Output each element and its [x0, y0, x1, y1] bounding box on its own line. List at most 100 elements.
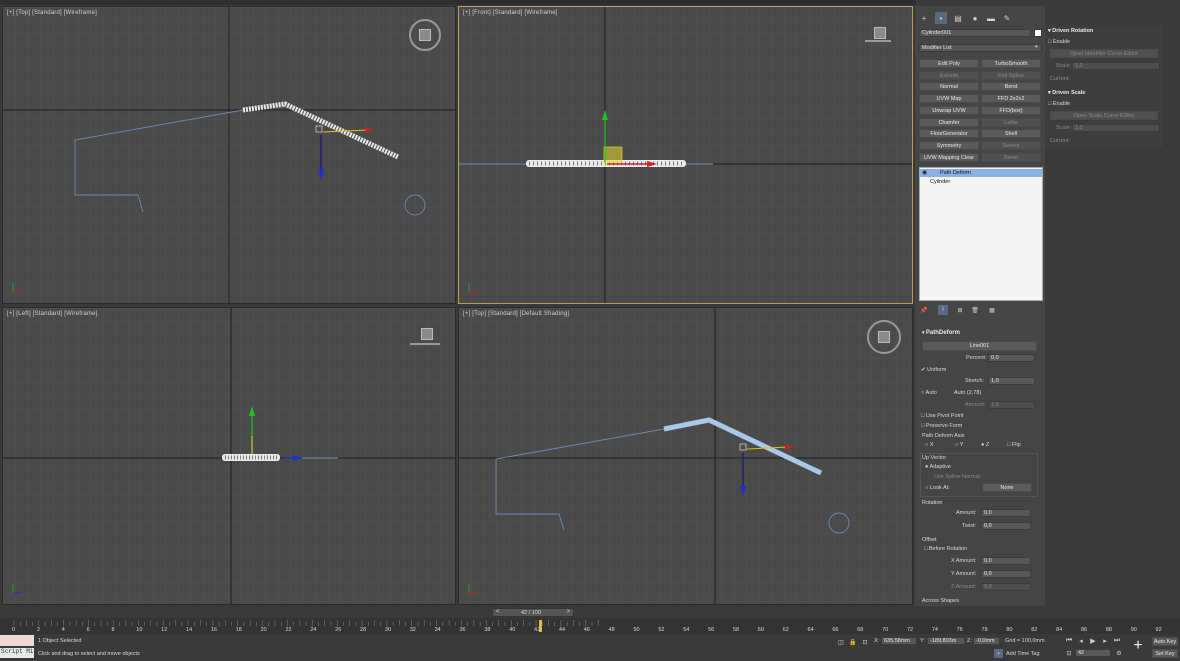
use-pivot-point-checkbox[interactable]: □ Use Pivot Point [921, 413, 963, 419]
modifier-list-dropdown[interactable]: Modifier List [919, 44, 1042, 52]
modifier-button[interactable]: UVW Mapping Clear [919, 152, 979, 162]
preserve-form-checkbox[interactable]: □ Preserve Form [921, 423, 962, 429]
use-spline-normal-radio[interactable]: Use Spline Normal [934, 474, 980, 480]
modifier-button[interactable]: Symmetry [919, 140, 979, 150]
y-coordinate[interactable]: -189,803m [927, 637, 965, 645]
path-deform-rollout-title[interactable]: ▾ PathDeform [922, 330, 960, 336]
remove-modifier-icon[interactable]: 🗑 [970, 305, 980, 315]
axis-x-radio[interactable]: ○ X [925, 442, 934, 448]
viewport-top-shaded[interactable]: [+] [Top] [Standard] [Default Shading] [458, 307, 913, 605]
current-frame-field[interactable]: 42 [1075, 649, 1111, 657]
set-key-plus-icon[interactable]: + [1128, 636, 1148, 656]
viewport-front[interactable]: [+] [Front] [Standard] [Wireframe] [458, 6, 913, 304]
rot-amount-spinner[interactable]: 0,0 [981, 509, 1031, 517]
viewport-label[interactable]: [+] [Left] [Standard] [Wireframe] [7, 311, 97, 317]
key-mode-icon[interactable]: ⊡ [1064, 648, 1074, 658]
look-at-none-button[interactable]: None [982, 483, 1032, 492]
stack-item-cylinder[interactable]: Cylinder [920, 178, 1042, 186]
enable-scale-checkbox[interactable]: □ Enable [1048, 101, 1070, 107]
twist-spinner[interactable]: 0,0 [981, 522, 1031, 530]
time-tag-icon[interactable]: ▪ [994, 649, 1003, 658]
adaptive-radio[interactable]: ● Adaptive [925, 464, 951, 470]
eye-icon[interactable]: ◉ [922, 169, 927, 176]
scale-spinner[interactable]: 1,0 [1072, 62, 1160, 70]
modify-tab-icon[interactable]: ▪ [935, 12, 947, 24]
modifier-button[interactable]: TurboSmooth [981, 59, 1041, 68]
percent-spinner[interactable]: 0,0 [988, 354, 1035, 362]
z-coordinate[interactable]: -0,0mm [973, 637, 1000, 645]
go-to-end-icon[interactable]: ⏭ [1112, 636, 1122, 646]
stretch-spinner[interactable]: 1,0 [988, 377, 1035, 385]
selection-lock-icon[interactable]: ◫ [836, 637, 846, 647]
time-slider[interactable]: < 42 / 100 > [492, 608, 574, 617]
object-name-field[interactable]: Cylinder001 [919, 29, 1031, 37]
modifier-button[interactable]: FFD 2x2x2 [981, 94, 1041, 104]
axis-y-radio[interactable]: ○ Y [955, 442, 963, 448]
auto-key-button[interactable]: Auto Key [1152, 637, 1178, 646]
configure-sets-icon[interactable]: ▦ [987, 305, 997, 315]
scale-spinner[interactable]: 1,0 [1072, 124, 1160, 132]
z-amount-spinner[interactable]: 0,0 [981, 583, 1031, 591]
utilities-tab-icon[interactable]: ✎ [1001, 12, 1013, 24]
viewcube-icon[interactable] [409, 19, 441, 51]
object-color-swatch[interactable] [1034, 29, 1042, 37]
viewport-label[interactable]: [+] [Top] [Standard] [Wireframe] [7, 10, 97, 16]
modifier-button[interactable]: Sweep [981, 140, 1041, 150]
viewport-label[interactable]: [+] [Front] [Standard] [Wireframe] [463, 10, 558, 16]
show-end-result-icon[interactable]: I [938, 305, 948, 315]
next-frame-icon[interactable]: ▸ [1100, 636, 1110, 646]
y-amount-spinner[interactable]: 0,0 [981, 570, 1031, 578]
viewcube-icon[interactable] [863, 25, 891, 45]
display-tab-icon[interactable]: ▬ [985, 12, 997, 24]
modifier-button[interactable]: Chamfer [919, 117, 979, 127]
play-icon[interactable]: ▶ [1088, 636, 1098, 646]
viewport-left[interactable]: [+] [Left] [Standard] [Wireframe] [2, 307, 456, 605]
create-tab-icon[interactable]: + [918, 12, 930, 24]
modifier-button[interactable]: Edit Poly [919, 59, 979, 68]
modifier-button[interactable]: FloorGenerator [919, 129, 979, 139]
maxscript-input[interactable]: Script Mi [0, 648, 34, 658]
axis-z-radio[interactable]: ● Z [981, 442, 989, 448]
viewport-top[interactable]: [+] [Top] [Standard] [Wireframe] [2, 6, 456, 304]
x-amount-spinner[interactable]: 0,0 [981, 557, 1031, 565]
modifier-button[interactable]: Extrude [919, 70, 979, 80]
modifier-button[interactable]: Shell [981, 129, 1041, 139]
set-key-button[interactable]: Set Key [1152, 649, 1178, 658]
open-rotation-curve-editor-button[interactable]: Open Identifier Curve Editor [1050, 49, 1158, 58]
pin-stack-icon[interactable]: 📌 [919, 305, 929, 315]
modifier-button[interactable]: Bevel [981, 152, 1041, 162]
uniform-checkbox[interactable]: ✔ Uniform [921, 367, 946, 373]
previous-frame-icon[interactable]: ◂ [1076, 636, 1086, 646]
lock-icon[interactable]: 🔒 [848, 637, 858, 647]
viewcube-icon[interactable] [408, 326, 440, 348]
maxscript-listener[interactable] [0, 635, 34, 646]
add-time-tag-button[interactable]: Add Time Tag [1006, 651, 1040, 657]
enable-rotation-checkbox[interactable]: □ Enable [1048, 39, 1070, 45]
flip-checkbox[interactable]: □ Flip [1007, 442, 1021, 448]
viewcube-icon[interactable] [867, 320, 901, 354]
next-frame-button[interactable]: > [566, 609, 570, 615]
stack-item-path-deform[interactable]: ◉ Path Deform [920, 169, 1042, 177]
hierarchy-tab-icon[interactable]: ▤ [952, 12, 964, 24]
auto-checkbox[interactable]: ○ Auto [921, 390, 937, 396]
before-rotation-checkbox[interactable]: □ Before Rotation [924, 546, 967, 552]
modifier-button[interactable]: UVW Map [919, 94, 979, 104]
modifier-button[interactable]: Edit Spline [981, 70, 1041, 80]
make-unique-icon[interactable]: ⊞ [955, 305, 965, 315]
modifier-button[interactable]: FFD(box) [981, 105, 1041, 115]
absolute-mode-icon[interactable]: ⊡ [860, 637, 870, 647]
open-scale-curve-editor-button[interactable]: Open Scale Curve Editor [1050, 111, 1158, 120]
motion-tab-icon[interactable]: ● [969, 12, 981, 24]
modifier-button[interactable]: Lathe [981, 117, 1041, 127]
look-at-radio[interactable]: ○ Look At: [925, 485, 950, 491]
amount-spinner[interactable]: 1,0 [988, 401, 1035, 409]
pick-path-button[interactable]: Line001 [922, 341, 1037, 351]
prev-frame-button[interactable]: < [496, 609, 500, 615]
time-config-icon[interactable]: ⚙ [1114, 648, 1124, 658]
viewport-label[interactable]: [+] [Top] [Standard] [Default Shading] [463, 311, 569, 317]
x-coordinate[interactable]: 635,58mm [881, 637, 917, 645]
modifier-button[interactable]: Unwrap UVW [919, 105, 979, 115]
driven-rotation-title[interactable]: ▾ Driven Rotation [1048, 28, 1093, 34]
modifier-button[interactable]: Bend [981, 82, 1041, 92]
go-to-start-icon[interactable]: ⏮ [1064, 636, 1074, 646]
